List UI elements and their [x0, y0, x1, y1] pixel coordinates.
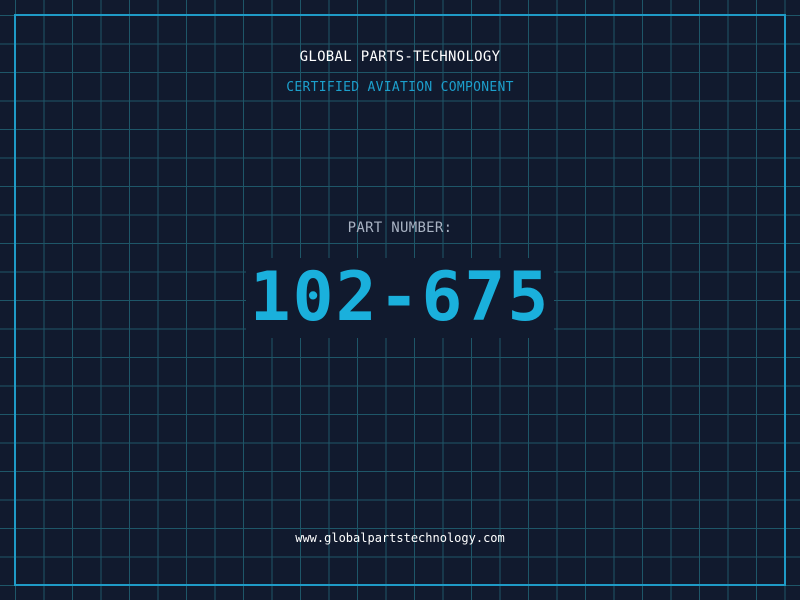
part-number-label: PART NUMBER:: [347, 220, 453, 236]
company-name: GLOBAL PARTS-TECHNOLOGY: [299, 49, 501, 65]
part-number-container: 102-675: [0, 258, 800, 338]
website-url: www.globalpartstechnology.com: [295, 531, 505, 545]
certification-subtitle: CERTIFIED AVIATION COMPONENT: [286, 80, 514, 95]
part-label-card: GLOBAL PARTS-TECHNOLOGY CERTIFIED AVIATI…: [0, 0, 800, 600]
part-number-value: 102-675: [245, 258, 555, 338]
